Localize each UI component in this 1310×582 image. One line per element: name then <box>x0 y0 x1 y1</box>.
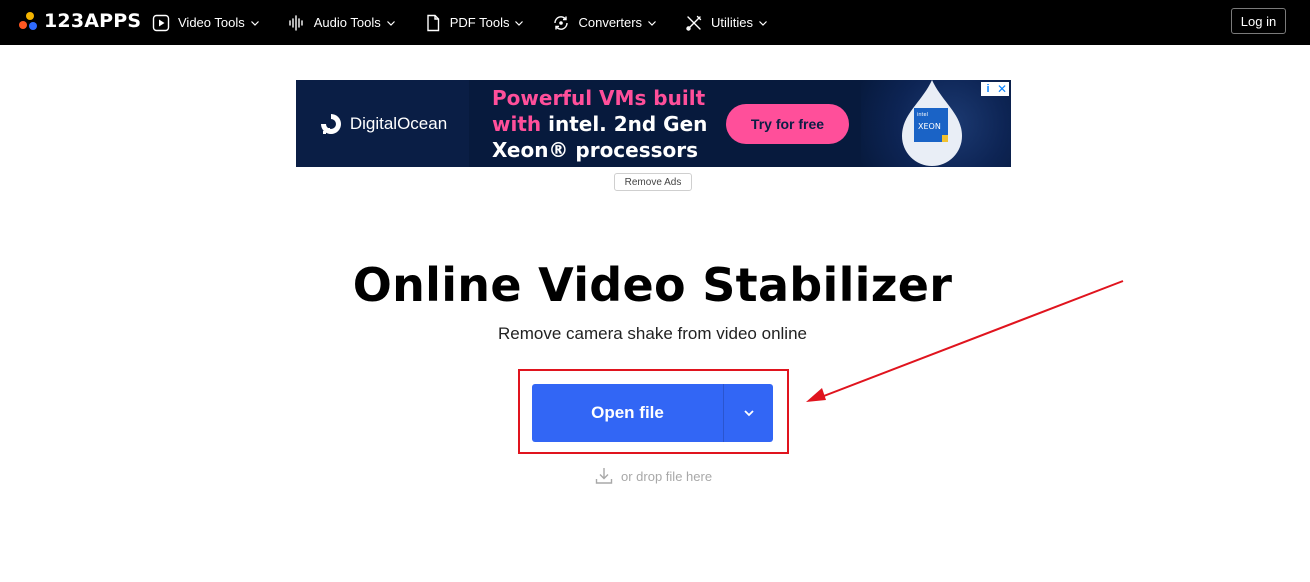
ad-info-icon[interactable]: i <box>981 82 995 96</box>
top-navbar: 123APPS Video Tools Audio Tools PDF Tool… <box>0 0 1310 45</box>
drop-hint-text: or drop file here <box>621 468 713 484</box>
download-icon <box>595 468 613 484</box>
ad-cta-button[interactable]: Try for free <box>726 104 849 144</box>
chevron-down-icon <box>743 410 754 417</box>
ad-brand: DigitalOcean <box>318 111 447 137</box>
document-icon <box>427 14 439 31</box>
nav-utilities[interactable]: Utilities <box>685 0 768 45</box>
nav-utilities-label: Utilities <box>711 15 753 30</box>
logo-dots-icon <box>18 11 38 31</box>
chevron-down-icon <box>386 20 395 26</box>
ad-line2: with intel. 2nd Gen <box>492 111 742 137</box>
ad-line2-a: with <box>492 112 542 136</box>
svg-text:XEON: XEON <box>918 122 941 131</box>
ad-banner[interactable]: DigitalOcean Powerful VMs built with int… <box>296 80 1011 167</box>
ad-brand-name: DigitalOcean <box>349 113 448 133</box>
xeon-drop-icon: intel XEON <box>902 80 962 166</box>
chevron-down-icon <box>515 20 524 26</box>
refresh-icon <box>554 15 569 30</box>
ad-brand-panel: DigitalOcean <box>296 80 469 167</box>
annotation-arrow <box>806 280 1124 402</box>
ad-headline: Powerful VMs built with intel. 2nd Gen X… <box>492 85 742 163</box>
logo[interactable]: 123APPS <box>18 10 141 32</box>
nav-pdf-tools-label: PDF Tools <box>449 15 510 30</box>
nav-converters-label: Converters <box>578 15 643 30</box>
ad-close-icon[interactable]: ✕ <box>995 82 1009 96</box>
digitalocean-logo-icon <box>320 113 341 134</box>
drop-zone-hint: or drop file here <box>594 466 712 486</box>
logo-text: 123APPS <box>44 10 142 32</box>
tools-icon <box>686 15 702 31</box>
chevron-down-icon <box>648 20 656 26</box>
chevron-down-icon <box>250 20 259 26</box>
ad-line2-c: 2nd Gen <box>613 112 708 136</box>
ad-line2-intel: intel. <box>548 112 607 136</box>
nav-pdf-tools[interactable]: PDF Tools <box>424 0 525 45</box>
main-nav: Video Tools Audio Tools PDF Tools Conver… <box>152 0 796 45</box>
play-icon <box>152 14 170 31</box>
nav-audio-tools-label: Audio Tools <box>313 15 381 30</box>
ad-line1: Powerful VMs built <box>492 86 706 110</box>
nav-video-tools[interactable]: Video Tools <box>152 0 260 45</box>
nav-audio-tools[interactable]: Audio Tools <box>288 0 396 45</box>
waveform-icon <box>289 14 303 31</box>
open-file-dropdown-button[interactable] <box>723 384 773 442</box>
svg-text:intel: intel <box>917 112 928 118</box>
remove-ads-button[interactable]: Remove Ads <box>614 173 692 191</box>
open-file-button[interactable]: Open file <box>532 384 723 442</box>
nav-video-tools-label: Video Tools <box>178 15 245 30</box>
chevron-down-icon <box>759 20 767 26</box>
login-button[interactable]: Log in <box>1231 8 1286 34</box>
ad-line3: Xeon® processors <box>492 138 699 162</box>
nav-converters[interactable]: Converters <box>552 0 657 45</box>
